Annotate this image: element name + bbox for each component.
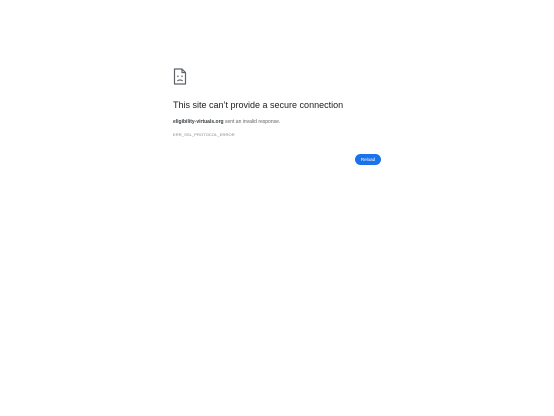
error-host: eligibility-virtuals.org [173, 119, 224, 125]
error-page: This site can’t provide a secure connect… [0, 0, 554, 416]
error-code: ERR_SSL_PROTOCOL_ERROR [173, 132, 235, 137]
error-description: eligibility-virtuals.org sent an invalid… [173, 119, 383, 126]
reload-button[interactable]: Reload [355, 154, 381, 165]
error-message: sent an invalid response. [223, 119, 281, 125]
sad-document-icon [173, 68, 187, 85]
error-title: This site can’t provide a secure connect… [173, 100, 344, 110]
error-content: This site can’t provide a secure connect… [173, 68, 383, 138]
